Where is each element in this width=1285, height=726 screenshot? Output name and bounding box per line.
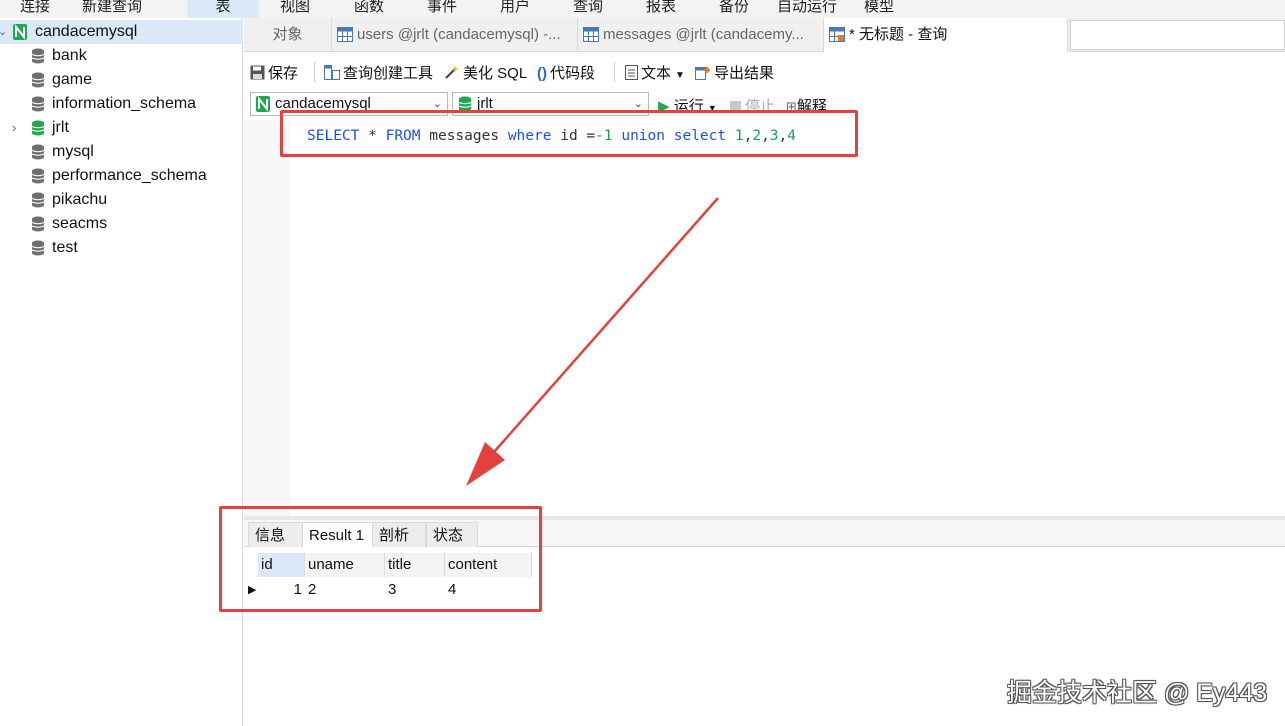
tab-label: users @jrlt (candacemysql) -... [357, 26, 561, 43]
export-label: 导出结果 [714, 65, 775, 82]
watermark: 掘金技术社区 @ Ey443 [1007, 679, 1268, 707]
menu-auto-run[interactable]: 自动运行 [777, 0, 837, 16]
menu-new-query[interactable]: 新建查询 [82, 0, 142, 16]
table-icon [337, 27, 353, 42]
database-icon [31, 120, 45, 136]
tree-item-database[interactable]: pikachu [0, 188, 243, 212]
code-snippet-button[interactable]: () 代码段 [537, 62, 595, 83]
tree-item-database[interactable]: seacms [0, 212, 243, 236]
tree-item-database[interactable]: mysql [0, 140, 243, 164]
text-mode-button[interactable]: 文本 ▼ [625, 62, 685, 83]
chevron-right-icon[interactable]: › [12, 116, 16, 140]
search-input[interactable] [1070, 20, 1285, 50]
tree-item-label: jrlt [52, 119, 69, 136]
beautify-sql-button[interactable]: 美化 SQL [444, 62, 527, 83]
annotation-box-result [219, 506, 542, 612]
menu-backup[interactable]: 备份 [719, 0, 749, 16]
snippet-label: 代码段 [550, 65, 596, 82]
tree-item-label: bank [52, 47, 87, 64]
save-label: 保存 [268, 65, 299, 82]
menu-report[interactable]: 报表 [646, 0, 676, 16]
sql-editor[interactable]: SELECT * FROM messages where id =-1 unio… [244, 120, 1285, 516]
database-icon [31, 240, 45, 256]
tree-item-database[interactable]: performance_schema [0, 164, 243, 188]
connection-icon [256, 96, 270, 112]
toolbar-divider [314, 62, 315, 82]
tree-item-label: candacemysql [35, 23, 138, 40]
database-icon [31, 72, 45, 88]
menu-query[interactable]: 查询 [573, 0, 603, 16]
line-number-gutter [244, 120, 290, 516]
tree-item-label: information_schema [52, 95, 197, 112]
tree-item-database[interactable]: test [0, 236, 243, 260]
menu-table[interactable]: 表 [187, 0, 259, 18]
braces-icon: () [537, 65, 547, 82]
save-icon [250, 65, 265, 80]
tree-item-label: seacms [52, 215, 108, 232]
tab-untitled-query[interactable]: * 无标题 - 查询 [824, 18, 1068, 52]
tab-messages-table[interactable]: messages @jrlt (candacemy... [578, 18, 824, 52]
menu-function[interactable]: 函数 [354, 0, 384, 16]
tab-users-table[interactable]: users @jrlt (candacemysql) -... [332, 18, 578, 52]
query-toolbar: 保存 查询创建工具 美化 SQL () 代码段 文本 ▼ 导出结果 [244, 53, 1285, 90]
database-icon [31, 96, 45, 112]
menu-connect[interactable]: 连接 [20, 0, 50, 16]
save-button[interactable]: 保存 [250, 62, 298, 83]
menu-event[interactable]: 事件 [427, 0, 457, 16]
database-icon [31, 168, 45, 184]
tree-item-database[interactable]: › jrlt [0, 116, 243, 140]
menu-bar: 连接 新建查询 表 视图 函数 事件 用户 查询 报表 备份 自动运行 模型 [0, 0, 1285, 18]
connection-icon [13, 24, 27, 40]
tree-item-connection[interactable]: ⌄ candacemysql [0, 20, 243, 44]
tree-item-database[interactable]: information_schema [0, 92, 243, 116]
tree-item-label: mysql [52, 143, 94, 160]
query-builder-icon [324, 65, 340, 80]
export-results-button[interactable]: 导出结果 [695, 62, 774, 83]
annotation-box-query [280, 110, 858, 157]
export-icon [695, 66, 711, 80]
tree-item-label: pikachu [52, 191, 108, 208]
tab-label: 对象 [272, 26, 303, 43]
tree-item-database[interactable]: bank [0, 44, 243, 68]
database-icon [31, 144, 45, 160]
menu-user[interactable]: 用户 [500, 0, 530, 16]
menu-model[interactable]: 模型 [864, 0, 894, 16]
query-builder-label: 查询创建工具 [343, 65, 434, 82]
database-icon [31, 216, 45, 232]
tab-objects[interactable]: 对象 [244, 18, 332, 52]
menu-view[interactable]: 视图 [280, 0, 310, 16]
tree-item-label: game [52, 71, 93, 88]
tab-label: messages @jrlt (candacemy... [603, 26, 804, 43]
query-builder-button[interactable]: 查询创建工具 [324, 62, 433, 83]
toolbar-divider [614, 62, 615, 82]
database-icon [31, 48, 45, 64]
caret-down-icon: ▼ [675, 70, 685, 81]
tab-label: * 无标题 - 查询 [849, 26, 948, 43]
chevron-down-icon[interactable]: ⌄ [0, 20, 7, 44]
beautify-icon [445, 66, 458, 79]
connection-tree: ⌄ candacemysql bank game information_schem… [0, 18, 243, 726]
table-icon [583, 27, 599, 42]
text-label: 文本 [641, 65, 672, 82]
query-icon [829, 27, 845, 42]
document-icon [625, 65, 638, 80]
database-icon [31, 192, 45, 208]
beautify-label: 美化 SQL [463, 65, 528, 82]
tree-item-database[interactable]: game [0, 68, 243, 92]
tree-item-label: test [52, 239, 78, 256]
tree-item-label: performance_schema [52, 167, 207, 184]
